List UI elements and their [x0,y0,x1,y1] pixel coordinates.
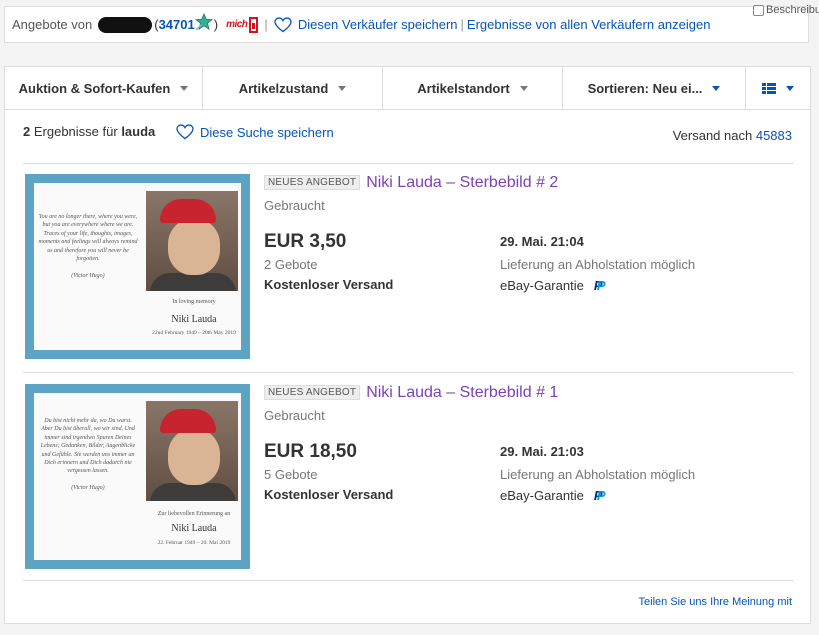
star-icon [194,12,213,31]
memorial-card: You are no longer there, where you were,… [34,183,241,350]
filter-condition[interactable]: Artikelzustand [203,67,383,109]
card-memory: In loving memory [172,299,216,305]
card-memory: Zur liebevollen Erinnerung an [157,511,231,517]
item-guarantee: eBay-Garantie P [500,488,606,503]
heart-icon [176,124,194,140]
save-seller-link[interactable]: Diesen Verkäufer speichern [298,17,458,32]
chevron-down-icon [180,85,189,91]
paren-close: ) [213,17,219,32]
heart-icon[interactable] [274,16,292,33]
item-title-link[interactable]: Niki Lauda – Sterbebild # 2 [366,174,558,191]
item-guarantee: eBay-Garantie P [500,278,606,293]
seller-name-redacted[interactable] [98,16,153,33]
item-end-time: 29. Mai. 21:04 [500,234,584,249]
new-listing-badge: NEUES ANGEBOT [264,385,361,400]
paypal-icon: P [594,278,606,293]
mich-store-logo[interactable]: mich [226,19,248,30]
chevron-down-icon [338,85,347,91]
results-panel: 2 Ergebnisse für lauda Diese Suche speic… [4,110,811,624]
filter-label: Auktion & Sofort-Kaufen [18,80,171,96]
item-bids: 2 Gebote [264,257,318,272]
item-info: NEUES ANGEBOT Niki Lauda – Sterbebild # 2… [264,174,794,293]
sort-label: Sortieren: Neu ei... [587,80,703,96]
filter-bar: Auktion & Sofort-Kaufen Artikelzustand A… [4,66,811,110]
memorial-card: Du bist nicht mehr da, wo Du warst. Aber… [34,393,241,560]
shipping-label: Versand nach [672,128,753,143]
list-item: You are no longer there, where you were,… [23,164,794,360]
guarantee-label: eBay-Garantie [500,278,584,293]
result-number: 2 [23,124,31,139]
chevron-down-icon [712,85,721,91]
item-image[interactable]: You are no longer there, where you were,… [25,174,250,359]
filter-buying-format[interactable]: Auktion & Sofort-Kaufen [5,67,203,109]
list-view-icon [762,82,776,94]
chevron-down-icon [786,85,794,91]
new-listing-badge: NEUES ANGEBOT [264,175,361,190]
item-shipping: Kostenloser Versand [264,277,394,292]
paypal-icon: P [594,488,606,503]
filter-label: Artikelstandort [417,80,510,96]
item-shipping: Kostenloser Versand [264,487,394,502]
view-toggle[interactable] [746,67,810,109]
card-dates: 22. Februar 1949 – 20. Mai 2019 [157,540,231,546]
separator: | [460,17,464,32]
item-title-link[interactable]: Niki Lauda – Sterbebild # 1 [366,384,558,401]
portrait-photo [146,191,238,291]
sort-dropdown[interactable]: Sortieren: Neu ei... [563,67,746,109]
filter-location[interactable]: Artikelstandort [383,67,563,109]
search-query: lauda [121,124,156,139]
result-text: Ergebnisse für [33,124,118,139]
list-item: Du bist nicht mehr da, wo Du warst. Aber… [23,374,794,570]
description-checkbox-wrap[interactable]: Beschreibu [753,4,819,16]
item-pickup: Lieferung an Abholstation möglich [500,467,696,482]
separator: | [264,17,268,32]
seller-label: Angebote von [12,17,93,32]
item-bids: 5 Gebote [264,467,318,482]
feedback-link[interactable]: Teilen Sie uns Ihre Meinung mit [639,596,792,608]
item-condition: Gebraucht [264,408,325,423]
filter-label: Artikelzustand [238,80,329,96]
all-sellers-link[interactable]: Ergebnisse von allen Verkäufern anzeigen [467,17,711,32]
feedback-score[interactable]: 34701 [159,17,195,32]
item-info: NEUES ANGEBOT Niki Lauda – Sterbebild # 1… [264,384,794,503]
item-price: EUR 18,50 [264,441,357,462]
zip-code-link[interactable]: 45883 [756,128,792,143]
save-search-label: Diese Suche speichern [200,124,334,140]
item-end-time: 29. Mai. 21:03 [500,444,584,459]
card-name: Niki Lauda [171,314,217,325]
card-poem: Du bist nicht mehr da, wo Du warst. Aber… [40,418,136,492]
guarantee-label: eBay-Garantie [500,488,584,503]
shipping-destination: Versand nach 45883 [673,128,792,143]
portrait-photo [146,401,238,501]
card-name: Niki Lauda [171,523,217,534]
divider [23,580,794,581]
chevron-down-icon [519,85,528,91]
description-checkbox[interactable] [753,4,764,16]
results-count: 2 Ergebnisse für lauda [23,124,155,139]
save-search-button[interactable]: Diese Suche speichern [176,124,334,140]
card-poem: You are no longer there, where you were,… [38,214,138,279]
card-dates: 22nd February 1949 – 20th May 2019 [152,330,236,336]
item-price: EUR 3,50 [264,231,347,252]
seller-bar: Angebote von (34701 ) mich | Diesen Verk… [4,6,809,43]
divider [23,372,794,373]
store-door-icon [249,16,259,33]
item-condition: Gebraucht [264,198,325,213]
item-pickup: Lieferung an Abholstation möglich [500,257,696,272]
description-checkbox-label: Beschreibu [766,4,819,16]
item-image[interactable]: Du bist nicht mehr da, wo Du warst. Aber… [25,384,250,569]
